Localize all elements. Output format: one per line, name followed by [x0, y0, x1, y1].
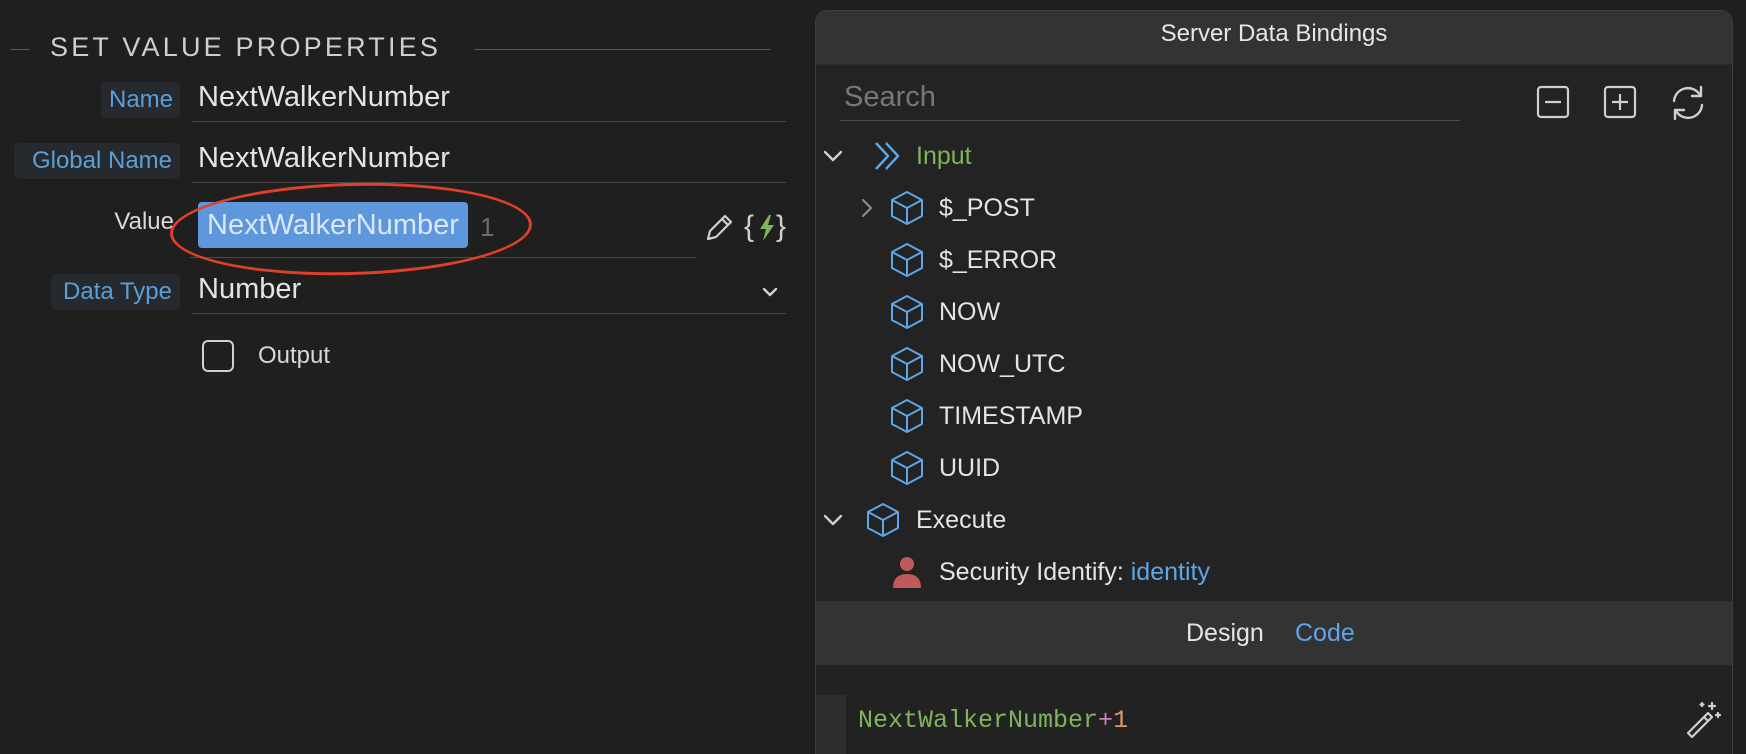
tree-item-label: $_ERROR: [939, 246, 1058, 274]
tab-design[interactable]: Design: [1186, 601, 1264, 665]
code-expression[interactable]: NextWalkerNumber+1: [858, 701, 1128, 741]
chevron-down-icon[interactable]: [760, 282, 780, 302]
output-label: Output: [258, 342, 331, 369]
refresh-icon[interactable]: [1668, 83, 1706, 121]
output-checkbox[interactable]: [202, 340, 234, 372]
search-input[interactable]: [840, 75, 1460, 121]
code-identifier: NextWalkerNumber: [858, 706, 1099, 735]
magic-wand-icon[interactable]: [1682, 699, 1722, 739]
tree-item-label: NOW: [939, 298, 1001, 326]
brace-left-icon: {: [744, 210, 755, 243]
section-rule-left: [10, 49, 30, 50]
dynamic-data-icon[interactable]: { }: [744, 206, 790, 248]
lightning-icon: [760, 215, 774, 241]
value-binding-token[interactable]: NextWalkerNumber: [198, 202, 468, 248]
cube-icon: [888, 345, 926, 383]
security-identify-value: identity: [1130, 558, 1210, 586]
code-gutter: [816, 695, 846, 754]
tree-item-timestamp[interactable]: TIMESTAMP: [816, 393, 1732, 439]
value-suffix: 1: [480, 212, 495, 242]
tree-item-now-utc[interactable]: NOW_UTC: [816, 341, 1732, 387]
view-tabs: Design Code: [816, 601, 1732, 665]
server-data-bindings-panel: Server Data Bindings Search Input $_POST…: [815, 10, 1733, 754]
tree-item-uuid[interactable]: UUID: [816, 445, 1732, 491]
data-type-label: Data Type: [51, 274, 180, 310]
tree-item-label: $_POST: [939, 194, 1035, 222]
data-type-select[interactable]: Number: [192, 266, 786, 314]
tree-item-label: UUID: [939, 454, 1001, 482]
name-field[interactable]: NextWalkerNumber: [192, 74, 786, 122]
tree-item-error[interactable]: $_ERROR: [816, 237, 1732, 283]
value-label: Value: [114, 208, 174, 235]
code-operator: +: [1098, 706, 1114, 735]
tree-item-execute[interactable]: Execute: [816, 497, 1732, 543]
section-title: SET VALUE PROPERTIES: [50, 32, 442, 62]
code-editor[interactable]: NextWalkerNumber+1: [816, 665, 1732, 754]
collapse-all-icon[interactable]: [1534, 83, 1572, 121]
tree-item-label: Execute: [916, 506, 1007, 534]
cube-icon: [888, 449, 926, 487]
value-field[interactable]: NextWalkerNumber 1: [190, 198, 696, 258]
tree-item-label: Security Identify: identity: [939, 549, 1210, 595]
code-number: 1: [1113, 706, 1129, 735]
global-name-field[interactable]: NextWalkerNumber: [192, 135, 786, 183]
cube-icon: [888, 397, 926, 435]
pencil-icon[interactable]: [702, 211, 736, 245]
chevron-down-icon[interactable]: [822, 509, 844, 531]
tree-item-label: TIMESTAMP: [939, 402, 1083, 430]
expand-all-icon[interactable]: [1601, 83, 1639, 121]
user-icon: [888, 553, 926, 591]
chevron-right-icon[interactable]: [856, 197, 878, 219]
cube-icon: [864, 501, 902, 539]
tree-item-input[interactable]: Input: [816, 133, 1732, 179]
panel-title: Server Data Bindings: [816, 11, 1732, 65]
security-identify-label: Security Identify:: [939, 558, 1131, 586]
tree-item-post[interactable]: $_POST: [816, 185, 1732, 231]
tree-item-security-identify[interactable]: Security Identify: identity: [816, 549, 1732, 595]
chevron-down-icon[interactable]: [822, 145, 844, 167]
tab-code[interactable]: Code: [1295, 601, 1355, 665]
cube-icon: [888, 189, 926, 227]
cube-icon: [888, 241, 926, 279]
tree-item-label: NOW_UTC: [939, 350, 1066, 378]
cube-icon: [888, 293, 926, 331]
tree-item-now[interactable]: NOW: [816, 289, 1732, 335]
section-rule-right: [474, 49, 770, 50]
double-chevron-icon: [870, 137, 908, 175]
section-header: SET VALUE PROPERTIES: [0, 30, 770, 66]
name-label: Name: [101, 82, 180, 118]
tree-item-label: Input: [916, 142, 972, 170]
global-name-label: Global Name: [14, 143, 180, 179]
search-bar: [816, 65, 1732, 135]
properties-panel: SET VALUE PROPERTIES Name NextWalkerNumb…: [0, 0, 800, 754]
brace-right-icon: }: [776, 210, 787, 243]
